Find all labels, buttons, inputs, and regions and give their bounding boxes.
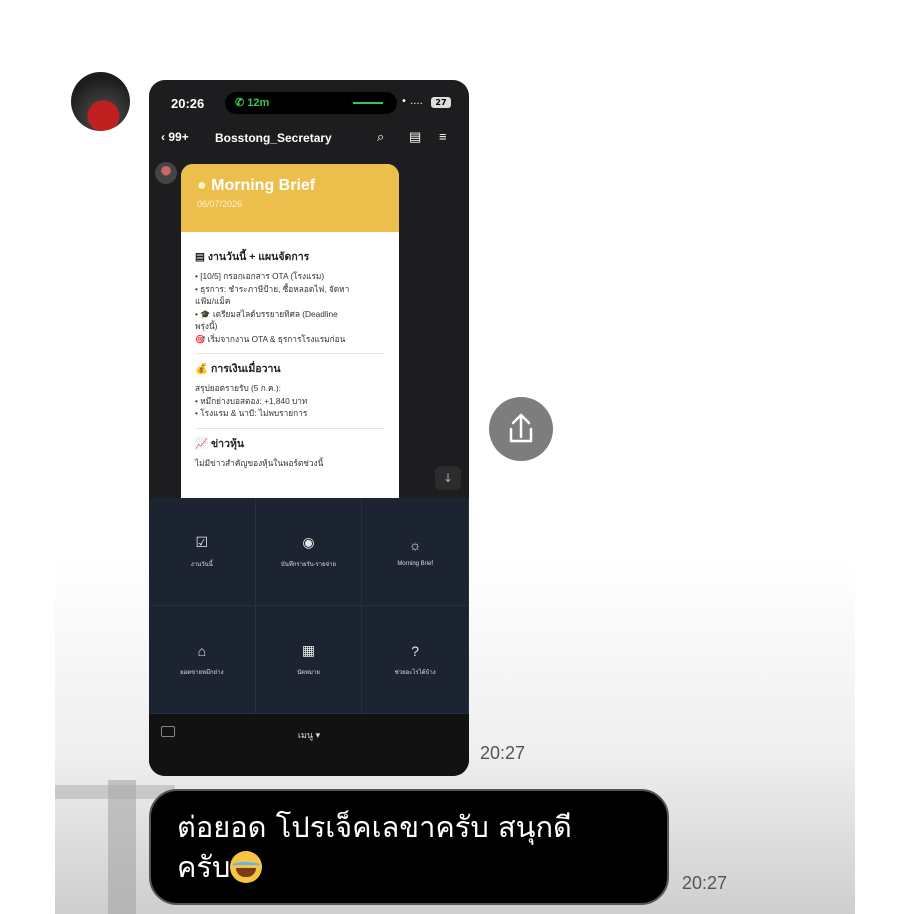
- menu-item-income-expense: ◉ บันทึกรายรับ-รายจ่าย: [255, 498, 363, 606]
- phone-status-bar: 20:26 ✆ 12m • .... 27: [149, 80, 469, 126]
- chat-title: Bosstong_Secretary: [215, 131, 332, 145]
- rich-menu: ☑ งานวันนี้ ◉ บันทึกรายรับ-รายจ่าย ☼ Mor…: [149, 498, 469, 714]
- laughing-emoji-icon: [230, 851, 263, 883]
- section-title: 📈 ข่าวหุ้น: [195, 437, 245, 450]
- background-post: [108, 780, 136, 914]
- menu-item-sales: ⌂ ยอดขายหมึกย่าง: [149, 606, 256, 714]
- morning-brief-card: ● Morning Brief 06/07/2026 ▤ งานวันนี้ +…: [181, 164, 399, 498]
- section-line: 🎯 เริ่มจากงาน OTA & ธุรการโรงแรมก่อน: [195, 333, 346, 344]
- section-line: สรุปยอดรายรับ (5 ก.ค.):: [195, 383, 281, 393]
- help-icon: ?: [411, 642, 420, 659]
- checkbox-icon: ☑: [195, 534, 209, 550]
- search-icon: ⌕: [377, 129, 385, 144]
- menu-toggle-label: เมนู ▾: [297, 730, 321, 740]
- screenshot-image-bubble[interactable]: 20:26 ✆ 12m • .... 27 ‹ 99+ Bosstong_Sec…: [149, 80, 469, 776]
- section-title: 💰 การเงินเมื่อวาน: [195, 363, 281, 375]
- battery-icon: 27: [431, 97, 451, 108]
- text-message-bubble[interactable]: ต่อยอด โปรเจ็คเลขาครับ สนุกดี ครับ: [149, 789, 669, 905]
- section-line: • โรงแรม & นาบี: ไม่พบรายการ: [195, 408, 308, 418]
- call-indicator: ✆ 12m: [225, 92, 397, 114]
- section-line: แฟ้ม/แม็ค: [195, 296, 231, 306]
- signal-icon: • ....: [401, 96, 423, 107]
- menu-bar: เมนู ▾: [149, 714, 469, 776]
- notes-icon: ▤: [409, 129, 422, 144]
- divider: [195, 427, 385, 429]
- call-duration: ✆ 12m: [235, 97, 270, 109]
- bot-avatar: [155, 162, 177, 184]
- section-line: • หมึกย่างบอสตอง: +1,840 บาท: [195, 395, 308, 406]
- share-button[interactable]: [489, 397, 553, 461]
- message-text-line2: ครับ: [177, 847, 641, 887]
- shop-icon: ⌂: [197, 642, 207, 659]
- card-title: ● Morning Brief: [197, 177, 316, 194]
- menu-item-today-tasks: ☑ งานวันนี้: [149, 498, 256, 606]
- menu-item-help: ? ช่วยอะไรได้บ้าง: [362, 606, 469, 714]
- chat-navbar: ‹ 99+ Bosstong_Secretary ⌕ ▤ ≡: [149, 126, 469, 152]
- back-button: ‹ 99+: [161, 130, 189, 144]
- message-timestamp: 20:27: [682, 873, 728, 893]
- section-line: พรุ่งนี้): [195, 321, 218, 331]
- divider: [195, 353, 385, 354]
- menu-item-appointments: ▦ นัดหมาย: [255, 606, 363, 714]
- card-date: 06/07/2026: [197, 199, 243, 209]
- section-line: • ธุรการ: ชำระภาษีป้าย, ซื้อหลอดไฟ, จัดห…: [195, 283, 350, 294]
- call-waveform-icon: [353, 102, 383, 104]
- card-header: ● Morning Brief 06/07/2026: [181, 164, 399, 232]
- card-body: ▤ งานวันนี้ + แผนจัดการ • [10/5] กรอกเอก…: [181, 232, 399, 479]
- image-timestamp: 20:27: [480, 743, 526, 763]
- section-title: ▤ งานวันนี้ + แผนจัดการ: [195, 251, 310, 263]
- menu-icon: ≡: [439, 129, 447, 144]
- chat-area: ● Morning Brief 06/07/2026 ▤ งานวันนี้ +…: [149, 154, 469, 498]
- sender-avatar[interactable]: [71, 72, 130, 131]
- calendar-icon: ▦: [301, 642, 316, 658]
- section-line: • [10/5] กรอกเอกสาร OTA (โรงแรม): [195, 271, 325, 281]
- section-line: ไม่มีข่าวสำคัญของหุ้นในพอร์ตช่วงนี้: [195, 457, 324, 468]
- message-text: ต่อยอด โปรเจ็คเลขาครับ สนุกดี: [177, 810, 572, 844]
- scroll-down-icon: ↓: [435, 466, 461, 490]
- section-line: • 🎓 เตรียมสไลด์บรรยายทิศล (Deadline: [195, 308, 338, 319]
- sun-icon: ☼: [408, 536, 422, 553]
- coin-icon: ◉: [302, 534, 315, 550]
- status-time: 20:26: [171, 96, 205, 111]
- share-icon: [509, 413, 533, 443]
- menu-item-morning-brief: ☼ Morning Brief: [362, 498, 469, 606]
